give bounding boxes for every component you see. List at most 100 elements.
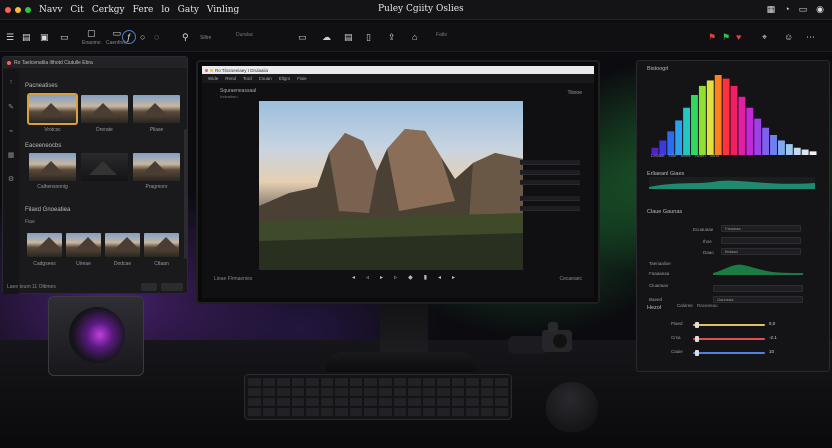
folder-icon[interactable]: ▤	[22, 26, 31, 48]
adjust-row[interactable]	[520, 196, 580, 201]
minimize-window-button[interactable]	[210, 68, 213, 72]
transport-button[interactable]: ◃	[366, 274, 369, 281]
editor-window-title: Ro Tiiscseeiaey I Drulaaiia	[215, 67, 269, 73]
hsl-slider[interactable]	[693, 350, 765, 356]
menu-item[interactable]: lo	[161, 5, 169, 15]
thumbnail[interactable]	[144, 233, 180, 257]
histogram-bar	[762, 127, 770, 155]
export-icon[interactable]: ⇪	[388, 32, 396, 43]
hsl-slider[interactable]	[693, 322, 765, 328]
tone-curve[interactable]	[649, 177, 815, 189]
transport-button[interactable]: ▹	[394, 274, 397, 281]
browse-icon: ▢	[87, 28, 96, 38]
hsl-slider[interactable]	[693, 336, 765, 342]
tag-icon[interactable]: ⌖	[762, 32, 767, 43]
keyboard-key	[306, 398, 319, 406]
camera-icon[interactable]: ▭	[60, 26, 69, 48]
doc-icon[interactable]: ▯	[366, 32, 371, 43]
thumbnail[interactable]	[29, 153, 76, 181]
slider-thumb[interactable]	[695, 322, 699, 328]
transport-button[interactable]: ▸	[452, 274, 455, 281]
thumbnail[interactable]	[133, 95, 180, 123]
mode-select[interactable]: Bntaad	[721, 248, 801, 255]
close-window-button[interactable]	[5, 6, 11, 13]
thumbnail[interactable]	[27, 93, 78, 125]
close-window-button[interactable]	[205, 68, 208, 72]
scrollbar[interactable]	[184, 129, 187, 259]
layers-icon[interactable]: ▭	[298, 32, 307, 43]
people-icon[interactable]: ☺	[784, 32, 793, 42]
adjust-row[interactable]	[520, 180, 580, 185]
cloud-icon[interactable]: ☁	[322, 32, 331, 43]
editor-menu-item[interactable]: Fisie	[297, 76, 307, 81]
input-field[interactable]	[721, 237, 801, 244]
brush-icon[interactable]: ⚲	[182, 26, 189, 48]
list-icon[interactable]: ▤	[344, 32, 353, 43]
editor-menu-item[interactable]: Rend	[225, 76, 236, 81]
grid-icon[interactable]: ▦	[3, 151, 19, 165]
value-field[interactable]: Gauneaa	[713, 296, 803, 303]
histogram-axis-label: Leoaie	[651, 153, 665, 158]
thumbnail[interactable]	[66, 233, 102, 257]
battery-icon[interactable]: ▭	[799, 4, 808, 15]
thumbnail[interactable]	[81, 153, 128, 181]
transport-button[interactable]: ◆	[408, 274, 413, 281]
filter-button[interactable]: Siltre	[200, 26, 211, 48]
input-field[interactable]	[713, 285, 803, 292]
menu-item[interactable]: Cerkgy	[92, 5, 125, 15]
menu-item[interactable]: Gaty	[178, 5, 199, 15]
menu-item[interactable]: Navv	[39, 5, 62, 15]
editor-menu-item[interactable]: Csuan	[259, 76, 272, 81]
adjust-row[interactable]	[520, 206, 580, 211]
heal-icon[interactable]: ◌	[154, 26, 159, 48]
crop-icon[interactable]: ○	[140, 26, 145, 48]
edit-icon[interactable]: ƒ	[122, 30, 136, 44]
slider-thumb[interactable]	[695, 350, 699, 356]
heal-icon[interactable]: ⌁	[3, 127, 19, 141]
transport-button[interactable]: ▮	[424, 274, 427, 281]
pick-flag-icon[interactable]: ⚑	[722, 32, 730, 43]
zoom-window-button[interactable]	[25, 6, 31, 13]
tools-icon[interactable]: ✎	[3, 103, 19, 117]
footer-button[interactable]	[161, 283, 183, 291]
heart-icon[interactable]: ♥	[736, 32, 741, 42]
keyboard-key	[378, 388, 392, 396]
thumbnail[interactable]	[81, 95, 128, 123]
nav-up-icon[interactable]: ↑	[3, 79, 19, 93]
thumbnail[interactable]	[27, 233, 63, 257]
transport-button[interactable]: ◂	[352, 274, 355, 281]
share-icon[interactable]: ⌂	[412, 32, 417, 42]
slider-thumb[interactable]	[695, 336, 699, 342]
close-window-button[interactable]	[7, 60, 11, 65]
profile-select[interactable]: Fauseaa	[721, 225, 801, 232]
editor-window: Ro Tiiscseeiaey I Drulaaiia Wide Rend To…	[202, 66, 594, 298]
sidebar-icon[interactable]: ☰	[6, 26, 14, 48]
reject-flag-icon[interactable]: ⚑	[708, 32, 716, 43]
import-icon[interactable]: ▣	[40, 26, 49, 48]
transport-button[interactable]: ▸	[380, 274, 383, 281]
overflow-icon[interactable]: ⋯	[806, 32, 815, 43]
keyboard-key	[422, 408, 436, 416]
editor-menu-item[interactable]: Wide	[208, 76, 218, 81]
photo-canvas[interactable]	[259, 101, 523, 270]
menu-list: Navv Cit Cerkgy Fere lo Gaty Vinling	[39, 5, 239, 15]
minimize-window-button[interactable]	[15, 6, 21, 13]
right-tool-label: Fatle	[436, 32, 448, 38]
footer-button[interactable]	[141, 283, 157, 291]
menu-item[interactable]: Cit	[70, 5, 83, 15]
wifi-icon[interactable]: ◔	[784, 4, 789, 15]
menu-item[interactable]: Vinling	[207, 5, 239, 15]
editor-menu-item[interactable]: Tord	[243, 76, 252, 81]
thumbnail[interactable]	[105, 233, 141, 257]
sparkline[interactable]	[713, 259, 803, 275]
adjust-row[interactable]	[520, 170, 580, 175]
user-icon[interactable]: ◉	[816, 4, 824, 15]
grid-icon[interactable]: ▦	[767, 4, 776, 15]
editor-menu-item[interactable]: Ellgrs	[279, 76, 290, 81]
adjust-row[interactable]	[520, 160, 580, 165]
thumbnail[interactable]	[133, 153, 180, 181]
transport-button[interactable]: ◂	[438, 274, 441, 281]
menu-item[interactable]: Fere	[133, 5, 154, 15]
settings-icon[interactable]: ⚙	[3, 175, 19, 189]
browse-button[interactable]: ▢ Enaome	[82, 26, 101, 48]
